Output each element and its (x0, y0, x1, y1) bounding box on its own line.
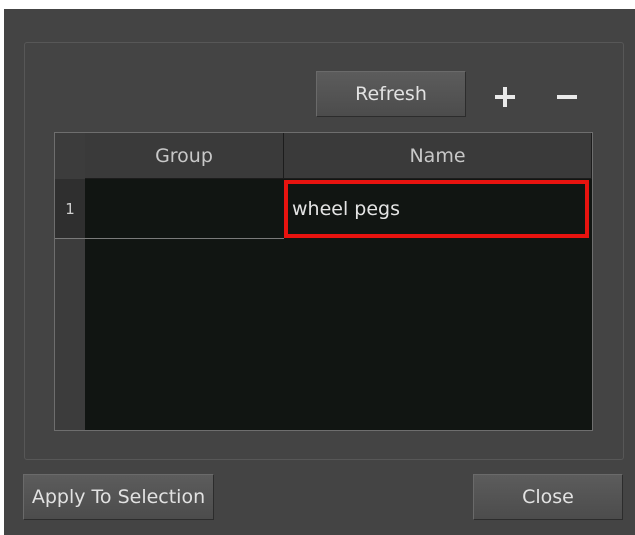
row-header[interactable]: 1 (55, 179, 85, 239)
close-button[interactable]: Close (473, 474, 623, 520)
group-cell[interactable] (85, 179, 284, 239)
remove-button[interactable] (553, 83, 581, 111)
column-header-group[interactable]: Group (85, 133, 284, 179)
refresh-button[interactable]: Refresh (316, 71, 466, 117)
minus-icon (557, 95, 577, 99)
group-name-dialog: Refresh Group Name 1 wheel pegs Apply To… (4, 9, 635, 535)
add-button[interactable] (491, 83, 519, 111)
table-corner (55, 133, 85, 179)
plus-icon (495, 87, 515, 107)
name-cell-selected[interactable]: wheel pegs (284, 180, 589, 238)
column-header-name[interactable]: Name (284, 133, 592, 179)
groups-table[interactable]: Group Name 1 wheel pegs (54, 132, 593, 431)
apply-to-selection-button[interactable]: Apply To Selection (23, 474, 214, 520)
